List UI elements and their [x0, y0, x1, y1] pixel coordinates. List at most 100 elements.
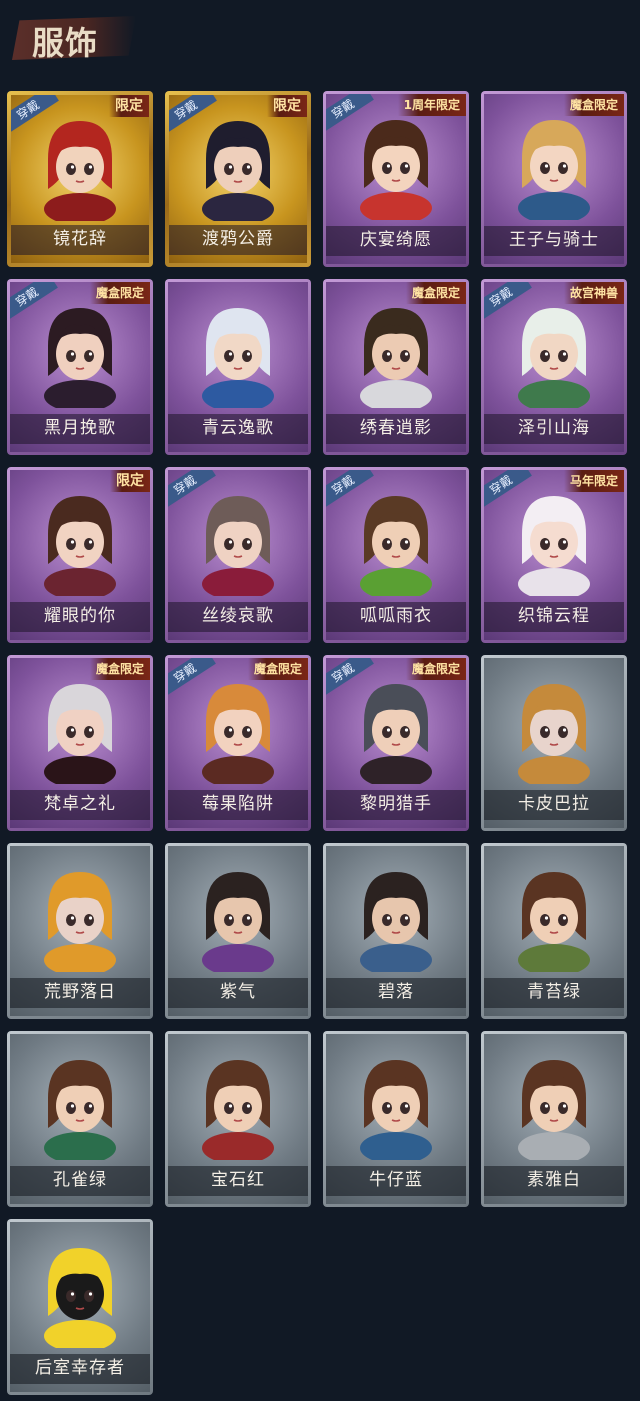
costume-card[interactable]: 穿戴 魔盒限定 黑月挽歌: [7, 279, 153, 455]
character-portrait: [518, 684, 590, 784]
card-background: 穿戴 故宫神兽 泽引山海: [484, 282, 624, 452]
card-background: 后室幸存者: [10, 1222, 150, 1392]
card-background: 荒野落日: [10, 846, 150, 1016]
card-background: 卡皮巴拉: [484, 658, 624, 828]
character-portrait: [202, 121, 274, 221]
character-portrait: [202, 496, 274, 596]
card-background: 魔盒限定 绣春逍影: [326, 282, 466, 452]
costume-card[interactable]: 素雅白: [481, 1031, 627, 1207]
page-title: 服饰: [32, 24, 99, 62]
character-portrait: [360, 684, 432, 784]
costume-card[interactable]: 宝石红: [165, 1031, 311, 1207]
costume-card[interactable]: 青苔绿: [481, 843, 627, 1019]
costume-name: 黑月挽歌: [44, 418, 116, 438]
character-portrait: [518, 496, 590, 596]
card-background: 穿戴 1周年限定 庆宴绮愿: [326, 94, 466, 264]
costume-card[interactable]: 魔盒限定梵卓之礼: [7, 655, 153, 831]
limited-badge: 魔盒限定: [89, 658, 150, 680]
character-portrait: [360, 120, 432, 220]
character-portrait: [360, 872, 432, 972]
character-portrait: [202, 1060, 274, 1160]
card-background: 魔盒限定王子与骑士: [484, 94, 624, 264]
character-portrait: [44, 872, 116, 972]
card-background: 穿戴 魔盒限定 莓果陷阱: [168, 658, 308, 828]
costume-card[interactable]: 青云逸歌: [165, 279, 311, 455]
character-portrait: [202, 684, 274, 784]
character-portrait: [44, 1248, 116, 1348]
costume-card[interactable]: 紫气: [165, 843, 311, 1019]
costume-card[interactable]: 穿戴 1周年限定 庆宴绮愿: [323, 91, 469, 267]
limited-badge: 1周年限定: [397, 94, 466, 116]
costume-name: 梵卓之礼: [44, 794, 116, 814]
card-background: 紫气: [168, 846, 308, 1016]
card-background: 穿戴 魔盒限定 黑月挽歌: [10, 282, 150, 452]
limited-badge: 故宫神兽: [563, 282, 624, 304]
costume-name: 绣春逍影: [360, 418, 432, 438]
costume-name: 荒野落日: [44, 982, 116, 1002]
card-background: 青苔绿: [484, 846, 624, 1016]
character-portrait: [518, 1060, 590, 1160]
card-background: 穿戴 丝绫哀歌: [168, 470, 308, 640]
costume-name: 孔雀绿: [53, 1170, 107, 1190]
card-background: 青云逸歌: [168, 282, 308, 452]
card-background: 限定耀眼的你: [10, 470, 150, 640]
character-portrait: [202, 872, 274, 972]
card-background: 穿戴 魔盒限定 黎明猎手: [326, 658, 466, 828]
costume-card[interactable]: 限定耀眼的你: [7, 467, 153, 643]
character-portrait: [518, 872, 590, 972]
limited-badge: 魔盒限定: [247, 658, 308, 680]
limited-badge: 魔盒限定: [563, 94, 624, 116]
costume-name: 宝石红: [211, 1170, 265, 1190]
costume-name: 呱呱雨衣: [360, 606, 432, 626]
costume-card[interactable]: 穿戴 魔盒限定 黎明猎手: [323, 655, 469, 831]
costume-card[interactable]: 穿戴 限定 镜花辞: [7, 91, 153, 267]
limited-badge: 马年限定: [563, 470, 624, 492]
limited-badge: 魔盒限定: [405, 658, 466, 680]
card-background: 孔雀绿: [10, 1034, 150, 1204]
costume-card[interactable]: 孔雀绿: [7, 1031, 153, 1207]
card-background: 碧落: [326, 846, 466, 1016]
character-portrait: [44, 1060, 116, 1160]
costume-name: 泽引山海: [518, 418, 590, 438]
card-background: 穿戴 限定 渡鸦公爵: [169, 95, 307, 263]
card-background: 穿戴 限定 镜花辞: [11, 95, 149, 263]
costume-name: 耀眼的你: [44, 606, 116, 626]
character-portrait: [44, 121, 116, 221]
costume-card[interactable]: 卡皮巴拉: [481, 655, 627, 831]
card-background: 穿戴 呱呱雨衣: [326, 470, 466, 640]
costume-card[interactable]: 穿戴 故宫神兽 泽引山海: [481, 279, 627, 455]
costume-card[interactable]: 荒野落日: [7, 843, 153, 1019]
page-header: 服饰: [0, 0, 640, 80]
costume-card[interactable]: 魔盒限定王子与骑士: [481, 91, 627, 267]
costume-card[interactable]: 穿戴 限定 渡鸦公爵: [165, 91, 311, 267]
costume-name: 莓果陷阱: [202, 794, 274, 814]
character-portrait: [44, 496, 116, 596]
limited-badge: 限定: [110, 470, 150, 492]
character-portrait: [360, 496, 432, 596]
card-background: 宝石红: [168, 1034, 308, 1204]
character-portrait: [202, 308, 274, 408]
costume-name: 素雅白: [527, 1170, 581, 1190]
costume-card[interactable]: 魔盒限定 绣春逍影: [323, 279, 469, 455]
costume-name: 丝绫哀歌: [202, 606, 274, 626]
costume-name: 青云逸歌: [202, 418, 274, 438]
costume-card[interactable]: 后室幸存者: [7, 1219, 153, 1395]
costume-card[interactable]: 穿戴 魔盒限定 莓果陷阱: [165, 655, 311, 831]
costume-card[interactable]: 穿戴 呱呱雨衣: [323, 467, 469, 643]
costume-card[interactable]: 穿戴 丝绫哀歌: [165, 467, 311, 643]
costume-card[interactable]: 碧落: [323, 843, 469, 1019]
costume-card[interactable]: 牛仔蓝: [323, 1031, 469, 1207]
character-portrait: [360, 308, 432, 408]
character-portrait: [360, 1060, 432, 1160]
costume-name: 王子与骑士: [509, 230, 599, 250]
limited-badge: 限定: [267, 95, 307, 117]
costume-card[interactable]: 穿戴 马年限定 织锦云程: [481, 467, 627, 643]
card-background: 穿戴 马年限定 织锦云程: [484, 470, 624, 640]
costume-name: 织锦云程: [518, 606, 590, 626]
card-background: 牛仔蓝: [326, 1034, 466, 1204]
costume-name: 卡皮巴拉: [518, 794, 590, 814]
character-portrait: [518, 308, 590, 408]
character-portrait: [44, 684, 116, 784]
card-background: 魔盒限定梵卓之礼: [10, 658, 150, 828]
costume-name: 碧落: [378, 982, 414, 1002]
